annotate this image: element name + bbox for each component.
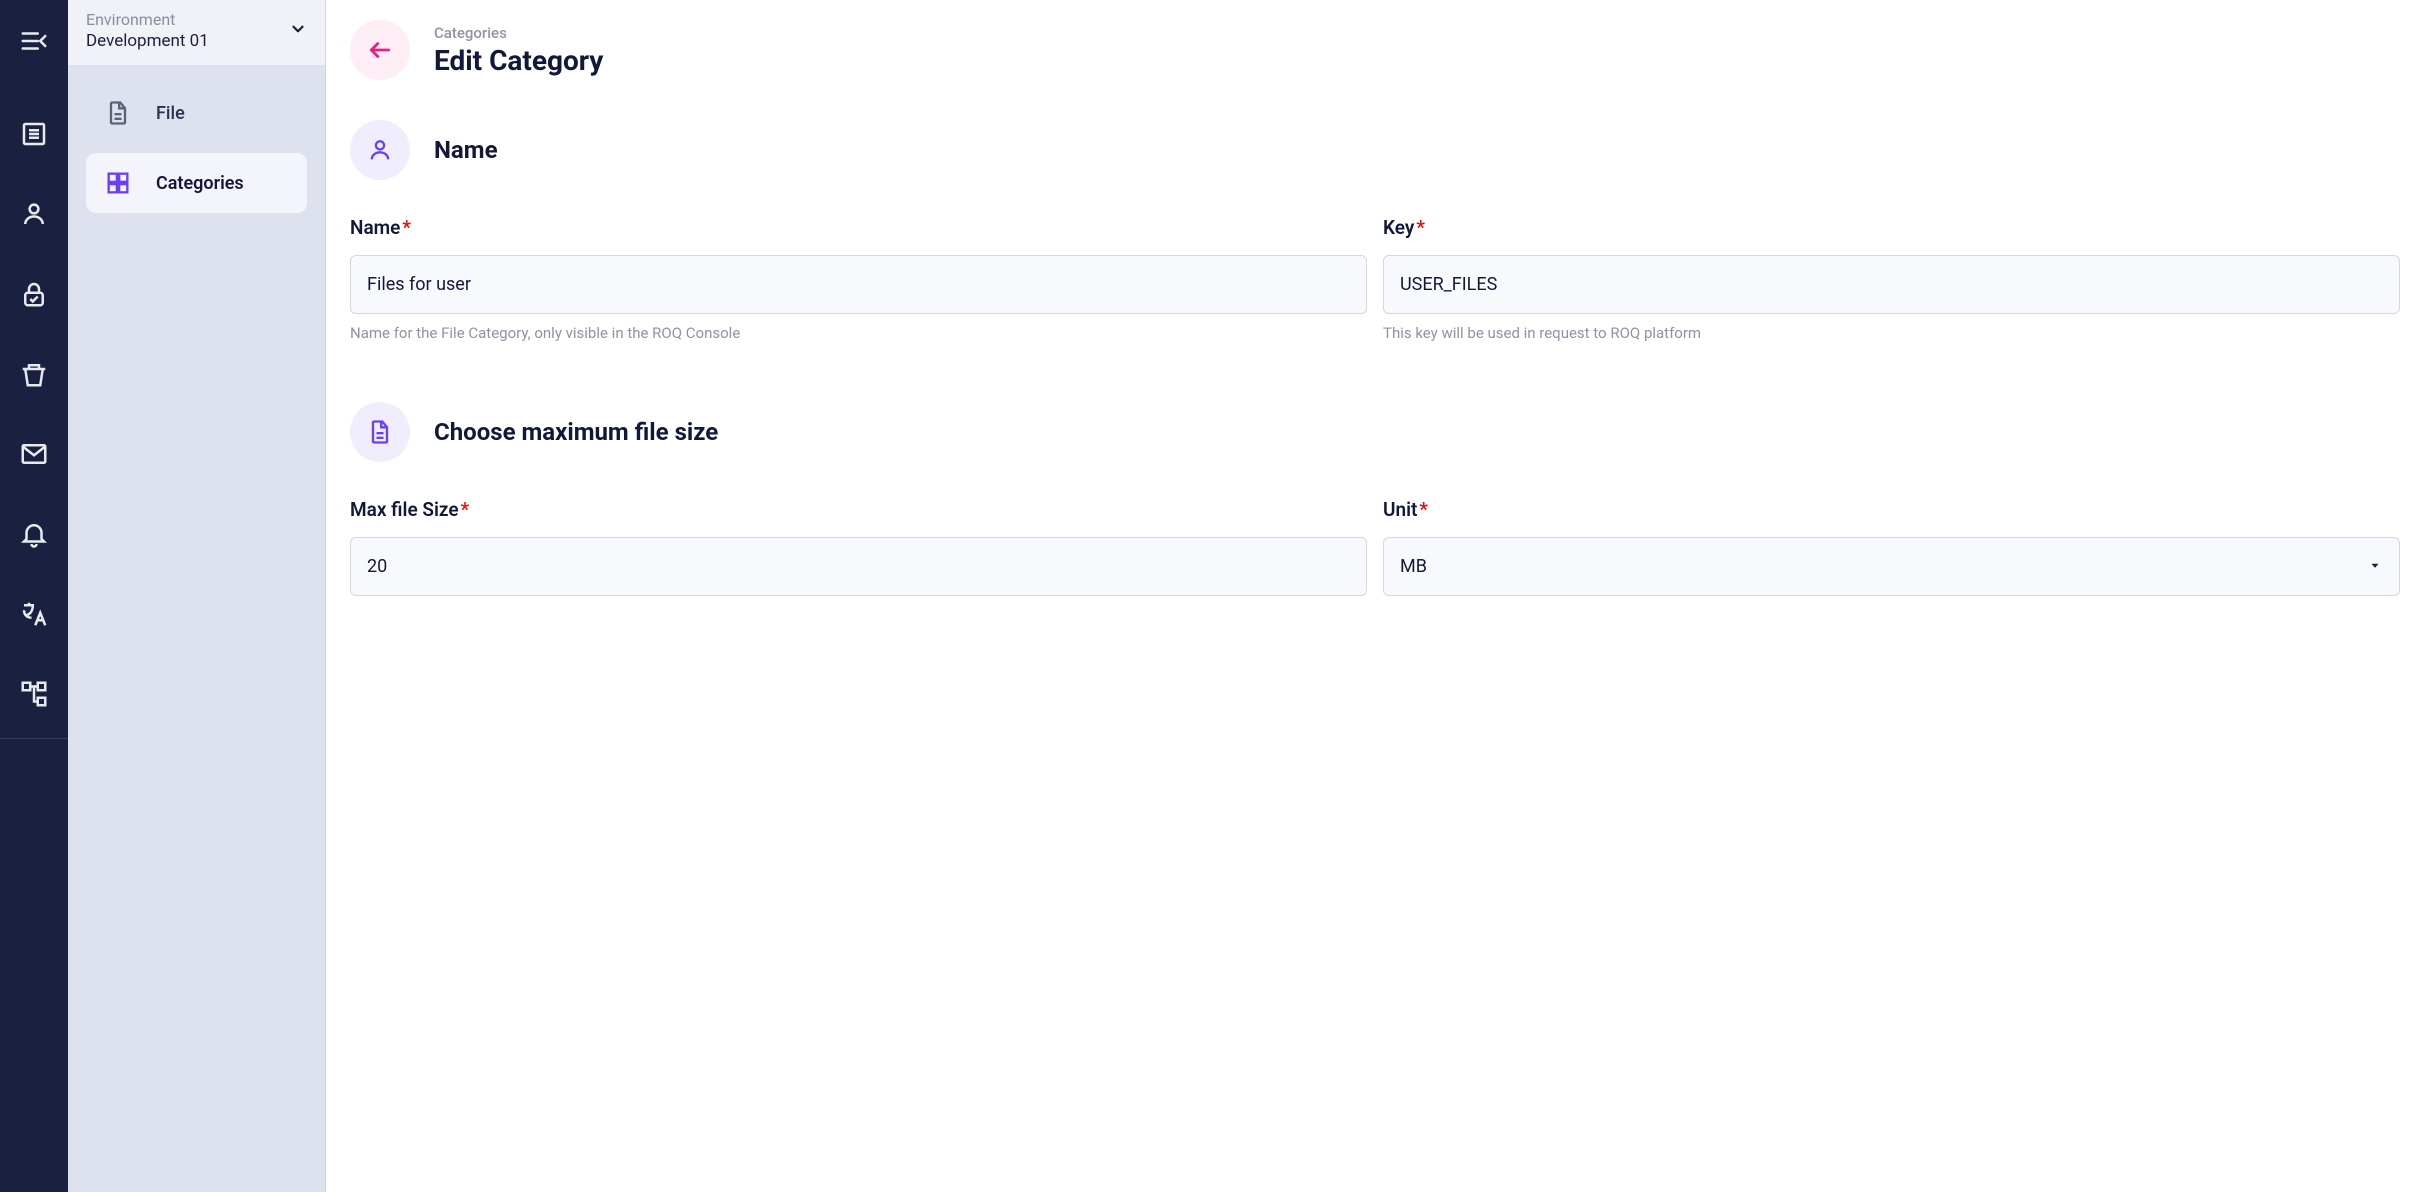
section-header-name: Name [350, 120, 2400, 180]
file-icon [366, 418, 394, 446]
max-size-input[interactable] [350, 537, 1367, 596]
rail-item-storage[interactable] [0, 334, 68, 414]
back-button[interactable] [350, 20, 410, 80]
environment-selector[interactable]: Environment Development 01 [68, 0, 325, 65]
collapse-menu-icon [19, 26, 49, 56]
rail-item-schema[interactable] [0, 654, 68, 734]
section-icon [350, 120, 410, 180]
sidebar-item-label: File [156, 103, 185, 124]
max-size-label: Max file Size* [350, 498, 1367, 521]
sidebar-item-file[interactable]: File [86, 83, 307, 143]
field-unit: Unit* [1383, 498, 2400, 596]
field-key: Key* This key will be used in request to… [1383, 216, 2400, 342]
rail-divider [0, 738, 68, 739]
sidebar-item-categories[interactable]: Categories [86, 153, 307, 213]
rail-item-user[interactable] [0, 174, 68, 254]
lock-check-icon [19, 279, 49, 309]
secondary-sidebar: Environment Development 01 File [68, 0, 326, 1192]
rail-item-translate[interactable] [0, 574, 68, 654]
field-name: Name* Name for the File Category, only v… [350, 216, 1367, 342]
page-title: Edit Category [434, 44, 603, 77]
key-helper: This key will be used in request to ROQ … [1383, 324, 2400, 342]
rail-menu-toggle[interactable] [0, 18, 68, 66]
unit-select[interactable] [1383, 537, 2400, 596]
main-content: Categories Edit Category Name Name* Name… [326, 0, 2424, 1192]
field-max-size: Max file Size* [350, 498, 1367, 596]
name-helper: Name for the File Category, only visible… [350, 324, 1367, 342]
section-icon [350, 402, 410, 462]
name-input[interactable] [350, 255, 1367, 314]
section-title: Name [434, 136, 498, 164]
sidebar-item-label: Categories [156, 173, 244, 194]
list-box-icon [19, 119, 49, 149]
mail-icon [19, 439, 49, 469]
key-input[interactable] [1383, 255, 2400, 314]
rail-item-mail[interactable] [0, 414, 68, 494]
bucket-icon [19, 359, 49, 389]
key-label: Key* [1383, 216, 2400, 239]
arrow-left-icon [367, 37, 393, 63]
file-icon [104, 99, 132, 127]
grid-icon [104, 169, 132, 197]
translate-icon [19, 599, 49, 629]
unit-label: Unit* [1383, 498, 2400, 521]
chevron-down-icon [289, 20, 307, 42]
environment-value: Development 01 [86, 31, 209, 51]
breadcrumb: Categories [434, 24, 603, 42]
section-title: Choose maximum file size [434, 418, 718, 446]
name-label: Name* [350, 216, 1367, 239]
bell-icon [19, 519, 49, 549]
rail-item-security[interactable] [0, 254, 68, 334]
rail-item-details[interactable] [0, 94, 68, 174]
left-rail [0, 0, 68, 1192]
schema-icon [19, 679, 49, 709]
rail-item-notifications[interactable] [0, 494, 68, 574]
user-icon [19, 199, 49, 229]
user-icon [366, 136, 394, 164]
page-header: Categories Edit Category [350, 20, 2400, 80]
environment-label: Environment [86, 10, 209, 29]
section-header-size: Choose maximum file size [350, 402, 2400, 462]
